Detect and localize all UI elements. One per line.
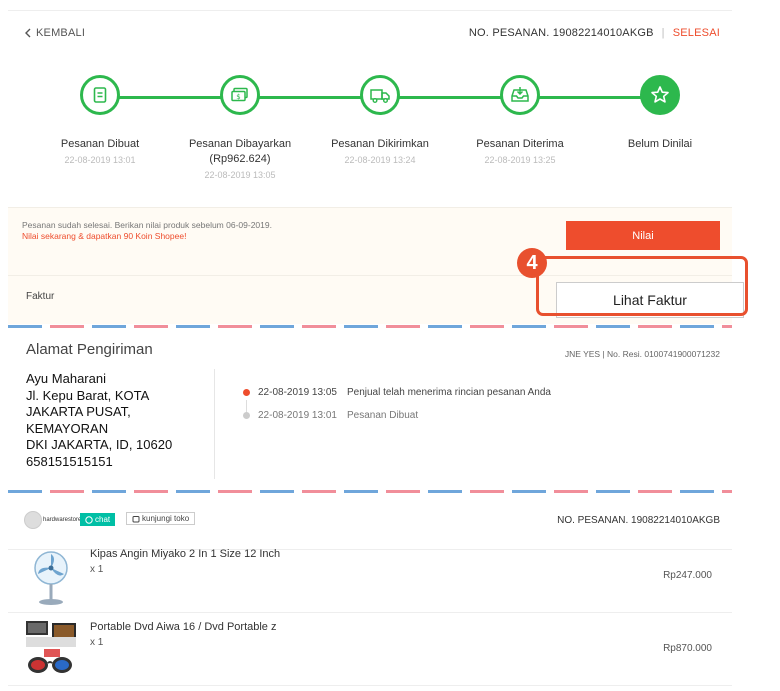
order-item[interactable]: Portable Dvd Aiwa 16 / Dvd Portable z x … [8,613,732,686]
back-link[interactable]: KEMBALI [24,27,85,39]
notice-text: Pesanan sudah selesai. Berikan nilai pro… [22,220,272,230]
chevron-left-icon [25,28,31,38]
step-date: 22-08-2019 13:24 [344,155,416,165]
shipping-address-title: Alamat Pengiriman [26,341,153,358]
visit-shop-button[interactable]: kunjungi toko [126,512,196,525]
step-circle [500,75,540,115]
item-price: Rp247.000 [663,570,712,581]
svg-text:$: $ [236,93,240,101]
step-label: Pesanan Dikirimkan [331,138,429,150]
step-date: 22-08-2019 13:25 [484,155,556,165]
step-circle: $ [220,75,260,115]
step-amount: (Rp962.624) [209,153,271,165]
dvd-product-image [26,621,76,673]
step-label: Pesanan Dibuat [60,138,140,150]
item-quantity: x 1 [90,564,104,575]
step-label: Belum Dinilai [627,138,693,150]
step-pesanan-dibayarkan: $ Pesanan Dibayarkan (Rp962.624) 22-08-2… [170,75,310,181]
money-icon: $ [231,87,248,102]
envelope-border-bottom [8,490,732,493]
fan-product-image [34,551,68,605]
address-line: Ayu Maharani [26,371,106,386]
annotation-highlight-box [536,256,748,316]
log-message: Pesanan Dibuat [346,410,419,421]
step-date: 22-08-2019 13:01 [64,155,136,165]
item-name: Kipas Angin Miyako 2 In 1 Size 12 Inch [90,548,281,560]
visit-shop-label: kunjungi toko [142,514,190,523]
inbox-download-icon [511,87,529,102]
shop-avatar[interactable] [24,511,42,529]
address-line: 658151515151 [26,453,113,469]
order-number-status: NO. PESANAN. 19082214010AKGB | SELESAI [469,27,720,39]
receipt-icon [93,87,107,103]
nilai-button[interactable]: Nilai [566,221,720,250]
step-belum-dinilai: Belum Dinilai [590,75,730,151]
step-label: Pesanan Dibayarkan [188,138,292,150]
chat-bubble-icon [85,515,93,524]
tracking-number: JNE YES | No. Resi. 0100741900071232 [564,349,720,359]
annotation-number-badge: 4 [517,248,547,278]
tracking-log-item: 22-08-2019 13:05 Penjual telah menerima … [243,387,551,398]
order-number: NO. PESANAN. 19082214010AKGB [468,27,654,39]
notice-coin-text: Nilai sekarang & dapatkan 90 Koin Shopee… [22,231,187,241]
item-price: Rp870.000 [663,643,712,654]
step-date: 22-08-2019 13:05 [204,170,276,180]
top-bar: KEMBALI NO. PESANAN. 19082214010AKGB | SEL… [8,11,732,55]
step-pesanan-dikirimkan: Pesanan Dikirimkan 22-08-2019 13:24 [310,75,450,166]
item-quantity: x 1 [90,637,104,648]
log-time: 22-08-2019 13:05 [258,387,337,398]
shipping-address: Ayu Maharani Jl. Kepu Barat, KOTA JAKART… [26,371,172,470]
address-line: Jl. Kepu Barat, KOTA [26,387,150,403]
shop-name[interactable]: hardwarestore [43,517,81,523]
shop-icon [132,515,140,522]
step-pesanan-diterima: Pesanan Diterima 22-08-2019 13:25 [450,75,590,166]
star-icon [651,86,669,103]
order-detail-card: KEMBALI NO. PESANAN. 19082214010AKGB | SEL… [8,10,744,691]
chat-button[interactable]: chat [80,513,116,526]
address-line: KEMAYORAN [26,420,109,436]
status-label: SELESAI [672,27,720,39]
step-label: Pesanan Diterima [476,138,564,150]
address-line: JAKARTA PUSAT, [26,404,131,419]
timeline-dot [243,389,250,396]
step-circle [360,75,400,115]
shop-order-number: NO. PESANAN. 19082214010AKGB [557,515,720,526]
order-progress-tracker: Pesanan Dibuat 22-08-2019 13:01 $ Pesana… [8,61,732,201]
step-pesanan-dibuat: Pesanan Dibuat 22-08-2019 13:01 [30,75,170,166]
step-circle [80,75,120,115]
order-item[interactable]: Kipas Angin Miyako 2 In 1 Size 12 Inch x… [8,540,732,613]
separator: | [661,27,665,39]
invoice-label: Faktur [26,291,55,302]
item-name: Portable Dvd Aiwa 16 / Dvd Portable z [90,621,277,633]
step-circle [640,75,680,115]
log-message: Penjual telah menerima rincian pesanan A… [346,387,551,398]
timeline-dot [243,412,250,419]
truck-icon [370,89,390,103]
divider [214,369,215,479]
log-time: 22-08-2019 13:01 [258,410,337,421]
envelope-border-top [8,325,732,328]
tracking-log-item: 22-08-2019 13:01 Pesanan Dibuat [243,410,418,421]
back-label: KEMBALI [36,27,86,39]
address-line: DKI JAKARTA, ID, 10620 [26,437,173,452]
chat-label: chat [95,515,111,524]
